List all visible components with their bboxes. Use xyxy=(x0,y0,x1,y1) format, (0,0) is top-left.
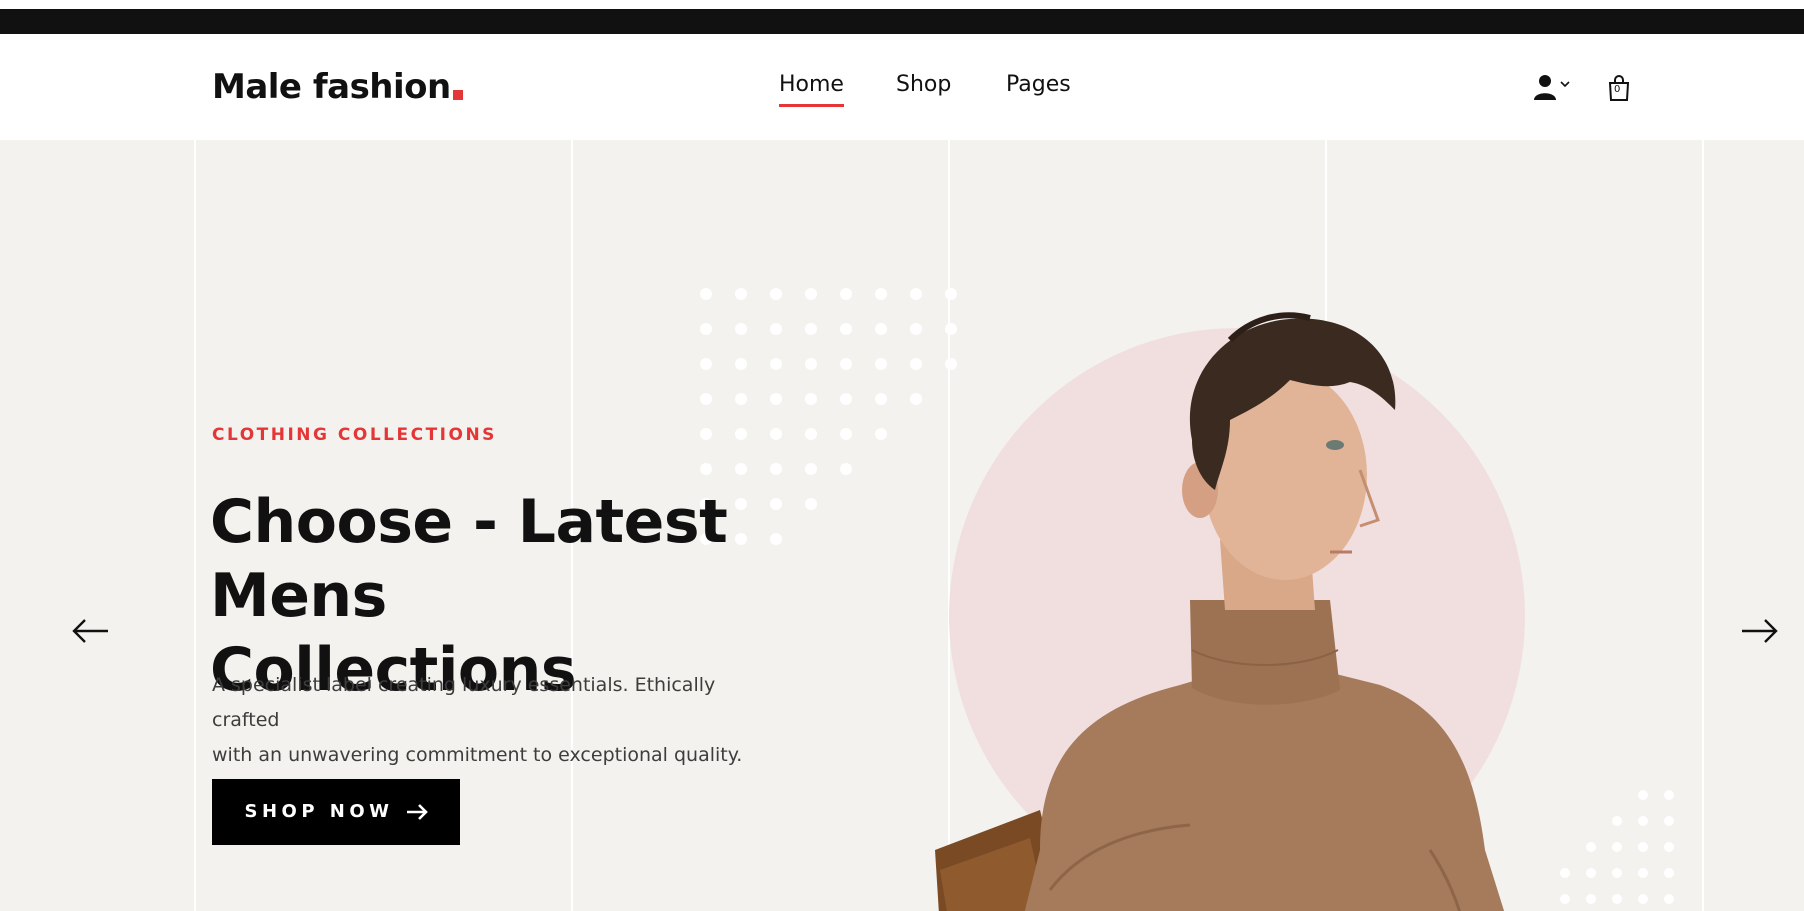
decorative-dot xyxy=(770,288,782,300)
hero-description-line1: A specialist label creating luxury essen… xyxy=(212,674,716,731)
cart-button[interactable]: 0 xyxy=(1606,74,1632,102)
arrow-left-icon xyxy=(72,619,108,643)
logo[interactable]: Male fashion xyxy=(212,70,463,104)
decorative-dot xyxy=(770,428,782,440)
decorative-dot xyxy=(1664,790,1674,800)
decorative-dot xyxy=(1638,816,1648,826)
decorative-dot xyxy=(840,428,852,440)
site-header: Male fashion Home Shop Pages 0 xyxy=(0,34,1804,140)
decorative-dot xyxy=(910,393,922,405)
decorative-dot xyxy=(840,323,852,335)
decorative-dot xyxy=(875,428,887,440)
model-image xyxy=(935,312,1505,911)
decorative-dot xyxy=(1560,868,1570,878)
decorative-dot xyxy=(1586,868,1596,878)
decorative-dot xyxy=(910,288,922,300)
hero-description: A specialist label creating luxury essen… xyxy=(212,668,772,773)
decorative-dot xyxy=(770,533,782,545)
decorative-dot xyxy=(735,288,747,300)
nav-pages[interactable]: Pages xyxy=(1006,74,1071,96)
decorative-dot xyxy=(875,323,887,335)
decorative-dot xyxy=(805,358,817,370)
top-bar xyxy=(0,9,1804,34)
decorative-dot xyxy=(735,463,747,475)
slider-prev-button[interactable] xyxy=(72,618,110,644)
decorative-dot xyxy=(700,393,712,405)
chevron-down-icon xyxy=(1560,81,1570,88)
account-button[interactable] xyxy=(1531,74,1575,102)
decorative-dot xyxy=(1664,868,1674,878)
decorative-dot xyxy=(700,323,712,335)
decorative-dot xyxy=(1612,816,1622,826)
arrow-right-icon xyxy=(1742,619,1778,643)
decorative-dot xyxy=(735,393,747,405)
decorative-dot xyxy=(1612,842,1622,852)
decorative-dot xyxy=(1664,842,1674,852)
decorative-dot xyxy=(1612,894,1622,904)
decorative-dot xyxy=(1586,842,1596,852)
logo-dot xyxy=(452,90,463,100)
nav-shop[interactable]: Shop xyxy=(896,74,951,96)
decorative-dot xyxy=(1638,790,1648,800)
decorative-dot xyxy=(1612,868,1622,878)
decorative-dot xyxy=(770,358,782,370)
decorative-dot xyxy=(805,428,817,440)
decorative-dot xyxy=(770,463,782,475)
hero-title-line1: Choose - Latest xyxy=(210,487,728,557)
decorative-dot xyxy=(1638,868,1648,878)
user-icon xyxy=(1534,75,1570,100)
decorative-dot xyxy=(875,393,887,405)
decorative-dot xyxy=(1664,894,1674,904)
decorative-dot xyxy=(735,358,747,370)
decorative-dot xyxy=(805,498,817,510)
decorative-dot xyxy=(700,463,712,475)
decorative-dot xyxy=(700,428,712,440)
decorative-dot xyxy=(1638,894,1648,904)
decorative-dot xyxy=(910,358,922,370)
decorative-dot xyxy=(910,323,922,335)
decorative-dot xyxy=(770,323,782,335)
decorative-dot xyxy=(875,288,887,300)
hero-description-line2: with an unwavering commitment to excepti… xyxy=(212,744,743,766)
decorative-dot xyxy=(805,463,817,475)
decorative-dot xyxy=(805,323,817,335)
grid-line xyxy=(194,140,196,911)
decorative-dot xyxy=(700,358,712,370)
decorative-dot xyxy=(700,288,712,300)
decorative-dot xyxy=(770,393,782,405)
arrow-right-icon xyxy=(406,804,428,820)
decorative-dot xyxy=(840,463,852,475)
decorative-dot xyxy=(770,498,782,510)
decorative-dot xyxy=(735,428,747,440)
decorative-dot xyxy=(1560,894,1570,904)
grid-line xyxy=(1702,140,1704,911)
shop-now-label: SHOP NOW xyxy=(244,801,394,822)
slider-next-button[interactable] xyxy=(1740,618,1778,644)
decorative-dot xyxy=(840,288,852,300)
hero-slider: CLOTHING COLLECTIONS Choose - Latest Men… xyxy=(0,140,1804,911)
decorative-dot xyxy=(875,358,887,370)
cart-count: 0 xyxy=(1614,84,1621,95)
decorative-dot xyxy=(840,358,852,370)
decorative-dot xyxy=(840,393,852,405)
decorative-dot xyxy=(1664,816,1674,826)
shop-now-button[interactable]: SHOP NOW xyxy=(212,779,460,845)
decorative-dot xyxy=(1586,894,1596,904)
decorative-dot xyxy=(805,288,817,300)
decorative-dot xyxy=(805,393,817,405)
hero-label: CLOTHING COLLECTIONS xyxy=(212,425,497,445)
decorative-dot xyxy=(1638,842,1648,852)
nav-home[interactable]: Home xyxy=(779,74,844,107)
logo-text: Male fashion xyxy=(212,67,451,107)
decorative-dot xyxy=(735,323,747,335)
